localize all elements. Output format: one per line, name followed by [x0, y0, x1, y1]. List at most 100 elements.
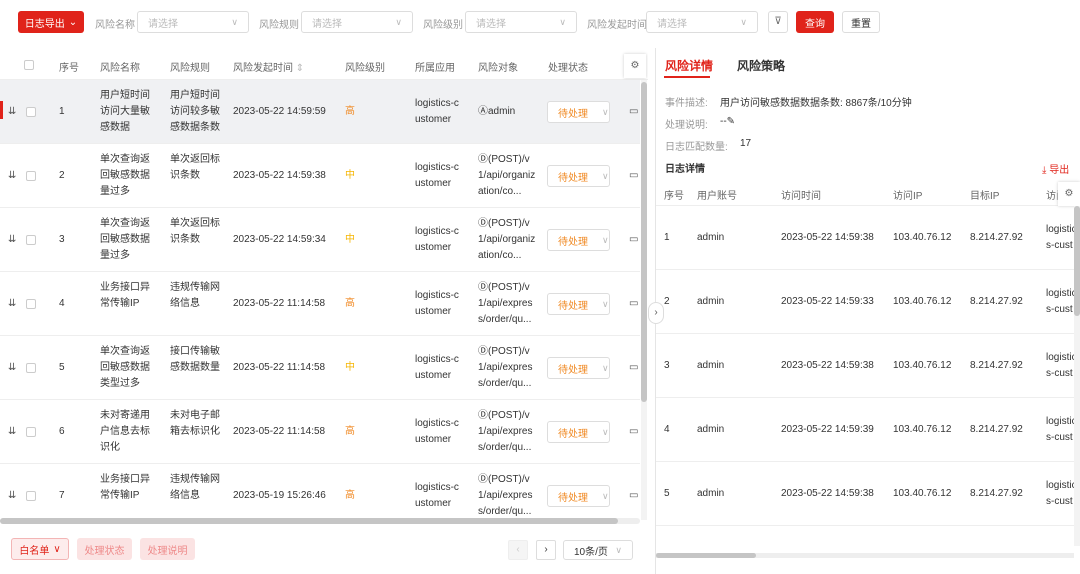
log-export-label: 日志导出 [24, 18, 65, 30]
detail-card-icon[interactable]: ▭ [629, 104, 638, 120]
status-select[interactable]: 待处理 ∨ [547, 421, 610, 443]
detail-card-icon[interactable]: ▭ [629, 296, 638, 312]
edit-pencil-icon[interactable]: ✎ [727, 116, 735, 127]
detail-card-icon[interactable]: ▭ [629, 424, 638, 440]
table-row[interactable]: ⇊ 2 单次查询返回敏感数据量过多 单次返回标识条数 2023-05-22 14… [0, 144, 640, 208]
detail-card-icon[interactable]: ▭ [629, 360, 638, 376]
expand-row-icon[interactable]: ⇊ [8, 360, 16, 376]
tab-risk-detail[interactable]: 风险详情 [665, 57, 713, 74]
detail-card-icon[interactable]: ▭ [629, 232, 638, 248]
detail-card-icon[interactable]: ▭ [629, 488, 638, 504]
risk-target: Ⓓ(POST)/v1/api/express/order/qu... [478, 408, 536, 456]
table-header: 序号 风险名称 风险规则 风险发起时间 ⇕ 风险级别 所属应用 风险对象 处理状… [0, 48, 648, 80]
expand-row-icon[interactable]: ⇊ [8, 168, 16, 184]
chevron-down-icon: ∨ [395, 16, 402, 27]
expand-row-icon[interactable]: ⇊ [8, 488, 16, 504]
table-row[interactable]: ⇊ 5 单次查询返回敏感数据类型过多 接口传输敏感数据数量 2023-05-22… [0, 336, 640, 400]
log-row[interactable]: 1 admin 2023-05-22 14:59:38 103.40.76.12… [656, 206, 1080, 270]
tab-risk-policy[interactable]: 风险策略 [737, 57, 785, 74]
log-detail-title: 日志详情 [665, 164, 705, 175]
log-row[interactable]: 4 admin 2023-05-22 14:59:39 103.40.76.12… [656, 398, 1080, 462]
status-select[interactable]: 待处理 ∨ [547, 101, 610, 123]
placeholder: 请选择 [312, 18, 342, 30]
header-time[interactable]: 风险发起时间 ⇕ [233, 59, 304, 74]
scrollbar-thumb[interactable] [656, 553, 756, 558]
user-icon: Ⓐ [478, 106, 488, 117]
risk-rule-select[interactable]: 请选择 ∨ [301, 11, 413, 33]
risk-level: 中 [345, 362, 355, 373]
row-checkbox[interactable] [26, 171, 36, 181]
note-label: 处理说明: [665, 120, 708, 131]
row-checkbox[interactable] [26, 299, 36, 309]
expand-row-icon[interactable]: ⇊ [8, 424, 16, 440]
batch-note-button[interactable]: 处理说明 [140, 538, 195, 560]
row-checkbox[interactable] [26, 363, 36, 373]
scrollbar-thumb[interactable] [1074, 206, 1080, 316]
row-checkbox[interactable] [26, 107, 36, 117]
status-select[interactable]: 待处理 ∨ [547, 293, 610, 315]
app-name: logistics-customer [415, 98, 459, 125]
status-select[interactable]: 待处理 ∨ [547, 165, 610, 187]
log-row[interactable]: 2 admin 2023-05-22 14:59:33 103.40.76.12… [656, 270, 1080, 334]
next-page-button[interactable]: › [536, 540, 556, 560]
risk-level-select[interactable]: 请选择 ∨ [465, 11, 577, 33]
whitelist-label: 白名单 [19, 545, 50, 557]
table-row[interactable]: ⇊ 6 未对寄递用户信息去标识化 未对电子邮箱去标识化 2023-05-22 1… [0, 400, 640, 464]
clear-filter-icon[interactable]: ⊽ [768, 11, 788, 33]
risk-time: 2023-05-22 11:14:58 [233, 298, 326, 309]
status-label: 待处理 [558, 108, 588, 120]
status-select[interactable]: 待处理 ∨ [547, 485, 610, 507]
log-export-link[interactable]: ⤓ 导出 [1042, 161, 1069, 176]
table-row[interactable]: ⇊ 1 用户短时间访问大量敏感数据 用户短时间访问较多敏感数据条数 2023-0… [0, 80, 640, 144]
prev-page-button[interactable]: ‹ [508, 540, 528, 560]
risk-level: 高 [345, 298, 355, 309]
horizontal-scrollbar[interactable] [0, 518, 640, 524]
log-export-button[interactable]: 日志导出 ⌄ [18, 11, 84, 33]
whitelist-button[interactable]: 白名单 ∨ [11, 538, 69, 560]
expand-row-icon[interactable]: ⇊ [8, 104, 16, 120]
row-checkbox[interactable] [26, 235, 36, 245]
log-time: 2023-05-22 14:59:33 [781, 296, 874, 307]
select-all-checkbox[interactable] [24, 60, 34, 70]
log-time: 2023-05-22 14:59:38 [781, 360, 874, 371]
page-size-select[interactable]: 10条/页 ∨ [563, 540, 633, 560]
status-select[interactable]: 待处理 ∨ [547, 357, 610, 379]
scrollbar-thumb[interactable] [0, 518, 618, 524]
row-checkbox[interactable] [26, 427, 36, 437]
log-horizontal-scrollbar[interactable] [656, 553, 1074, 558]
log-column-settings-gear-icon[interactable]: ⚙ [1058, 182, 1080, 206]
header-name: 风险名称 [100, 63, 140, 74]
risk-name-select[interactable]: 请选择 ∨ [137, 11, 249, 33]
log-header-no: 序号 [664, 191, 684, 202]
row-checkbox[interactable] [26, 491, 36, 501]
table-row[interactable]: ⇊ 4 业务接口异常传输IP 违规传输网络信息 2023-05-22 11:14… [0, 272, 640, 336]
column-settings-gear-icon[interactable]: ⚙ [624, 54, 646, 78]
status-label: 待处理 [558, 172, 588, 184]
sort-icon[interactable]: ⇕ [296, 63, 304, 74]
log-table-header: 序号 用户账号 访问时间 访问IP 目标IP 访问 ⚙ [656, 180, 1080, 206]
active-row-marker [0, 101, 3, 119]
log-no: 2 [664, 296, 670, 307]
api-icon: Ⓓ [478, 346, 488, 357]
log-user: admin [697, 232, 725, 243]
query-button[interactable]: 查询 [796, 11, 834, 33]
app-name: logistics-customer [415, 482, 459, 509]
reset-button[interactable]: 重置 [842, 11, 880, 33]
event-desc-value: 用户访问敏感数据数据条数: 8867条/10分钟 [720, 98, 912, 109]
log-row[interactable]: 3 admin 2023-05-22 14:59:38 103.40.76.12… [656, 334, 1080, 398]
scrollbar-thumb[interactable] [641, 82, 647, 402]
table-row[interactable]: ⇊ 7 业务接口异常传输IP 违规传输网络信息 2023-05-19 15:26… [0, 464, 640, 522]
expand-row-icon[interactable]: ⇊ [8, 296, 16, 312]
expand-row-icon[interactable]: ⇊ [8, 232, 16, 248]
log-user: admin [697, 488, 725, 499]
batch-status-button[interactable]: 处理状态 [77, 538, 132, 560]
log-no: 3 [664, 360, 670, 371]
vertical-scrollbar[interactable] [641, 80, 647, 520]
log-user: admin [697, 424, 725, 435]
log-vertical-scrollbar[interactable] [1074, 206, 1080, 546]
log-row[interactable]: 5 admin 2023-05-22 14:59:38 103.40.76.12… [656, 462, 1080, 526]
detail-card-icon[interactable]: ▭ [629, 168, 638, 184]
risk-time-select[interactable]: 请选择 ∨ [646, 11, 758, 33]
table-row[interactable]: ⇊ 3 单次查询返回敏感数据量过多 单次返回标识条数 2023-05-22 14… [0, 208, 640, 272]
status-select[interactable]: 待处理 ∨ [547, 229, 610, 251]
